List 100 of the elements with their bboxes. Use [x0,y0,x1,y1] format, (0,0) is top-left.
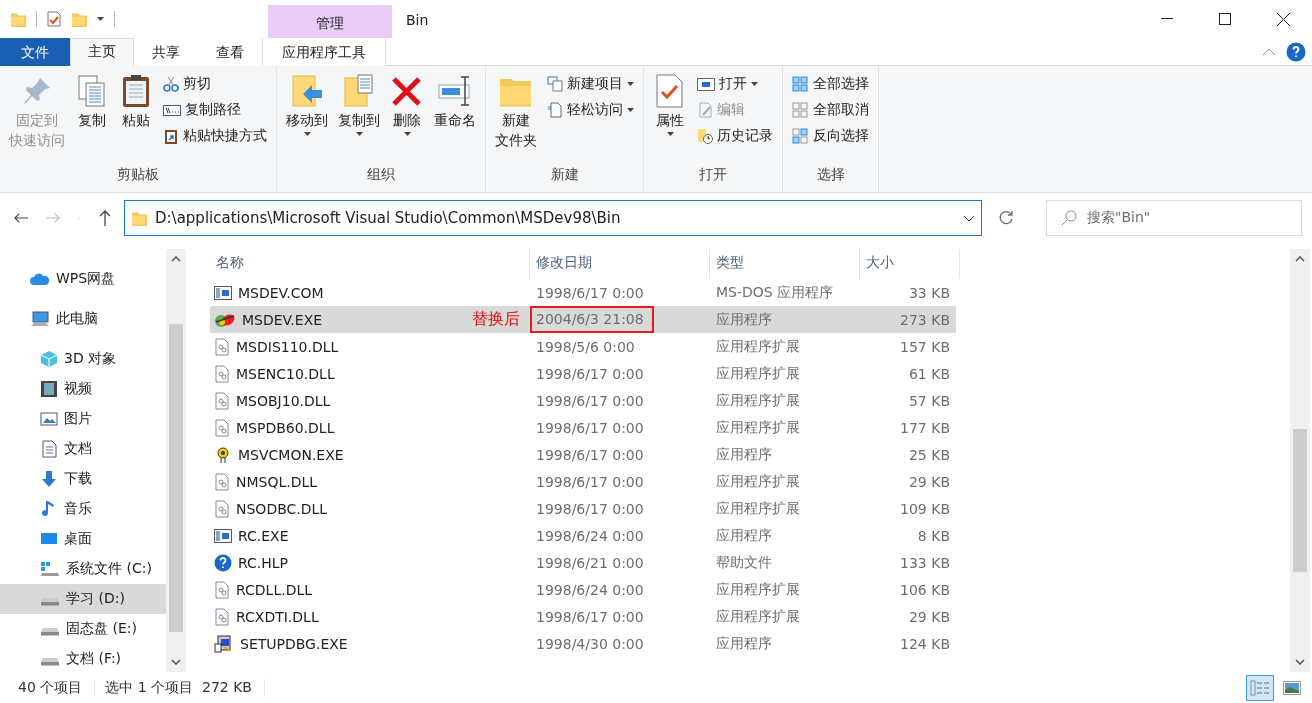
file-row[interactable]: SETUPDBG.EXE 1998/4/30 0:00 应用程序 124 KB [210,630,956,657]
drive-icon [40,628,60,636]
sidebar-item[interactable]: 图片 [0,404,166,434]
window-icon [697,77,715,91]
type-cell-text: 应用程序扩展 [715,499,801,518]
column-header[interactable]: 名称 [210,249,530,279]
ribbon-button[interactable]: 粘贴 [116,70,156,166]
size-cell-text: 273 KB [899,311,951,328]
gear-document-icon [214,499,230,518]
date-cell-text: 1998/4/30 0:00 [535,635,645,652]
file-row[interactable]: MSVCMON.EXE 1998/6/17 0:00 应用程序 25 KB [210,441,956,468]
ribbon-button[interactable]: 复制到 [335,70,383,166]
ribbon-button[interactable]: 剪切 [160,72,270,96]
file-name: MSDEV.EXE [242,311,324,328]
gear-document-icon [214,337,230,356]
ribbon-tab[interactable]: 文件 [0,38,70,66]
file-row[interactable]: MSOBJ10.DLL 1998/6/17 0:00 应用程序扩展 57 KB [210,387,956,414]
gear-icon [214,445,232,464]
close-icon [1276,12,1290,26]
scissors-icon [163,76,179,92]
sidebar-item[interactable]: WPS网盘 [0,264,166,294]
minimize-icon [1161,18,1173,20]
sidebar-item[interactable]: 固态盘 (E:) [0,614,166,644]
sidebar-item[interactable]: 音乐 [0,494,166,524]
file-row[interactable]: RC.HLP 1998/6/21 0:00 帮助文件 133 KB [210,549,956,576]
file-name: MSDIS110.DLL [236,338,340,355]
ribbon-button[interactable]: 历史记录 [694,124,776,148]
file-row[interactable]: MSENC10.DLL 1998/6/17 0:00 应用程序扩展 61 KB [210,360,956,387]
file-row[interactable]: NMSQL.DLL 1998/6/17 0:00 应用程序扩展 29 KB [210,468,956,495]
gear-document-icon [214,364,230,383]
file-name: RCDLL.DLL [236,581,313,598]
file-row[interactable]: RCDLL.DLL 1998/6/24 0:00 应用程序扩展 106 KB [210,576,956,603]
type-cell-text: 应用程序扩展 [715,337,801,356]
size-cell-text: 61 KB [907,365,951,382]
scrollbar[interactable] [166,249,186,672]
column-header[interactable]: 修改日期 [530,249,710,279]
address-path: D:\applications\Microsoft Visual Studio\Common\MSDev98\Bin [155,209,622,227]
ribbon-button[interactable]: 全部选择 [789,72,872,96]
ribbon-button[interactable]: 轻松访问 [544,98,637,122]
ribbon-button[interactable]: 新建项目 [544,72,637,96]
sidebar-item[interactable]: 下载 [0,464,166,494]
column-header[interactable]: 类型 [710,249,860,279]
ribbon-button[interactable]: 反向选择 [789,124,872,148]
sidebar-item[interactable]: 此电脑 [0,304,166,334]
file-name: MSDEV.COM [238,284,325,301]
sidebar-item[interactable]: 学习 (D:) [0,584,166,614]
pencil-document-icon [697,102,713,118]
date-cell-text: 1998/6/17 0:00 [535,500,645,517]
gear-document-icon [214,607,230,626]
drive-icon [40,598,60,606]
size-cell-text: 157 KB [899,338,951,355]
sidebar-item[interactable]: 视频 [0,374,166,404]
ribbon-button[interactable]: 粘贴快捷方式 [160,124,270,148]
chevron-up-icon [1295,256,1305,262]
ribbon-button[interactable]: 复制路径 [160,98,270,122]
picture-icon [40,411,58,427]
file-row[interactable]: RCXDTI.DLL 1998/6/17 0:00 应用程序扩展 29 KB [210,603,956,630]
sidebar-item[interactable]: 桌面 [0,524,166,554]
file-row[interactable]: MSDEV.COM 1998/6/17 0:00 MS-DOS 应用程序 33 KB [210,279,956,306]
size-cell-text: 8 KB [916,527,951,544]
folder-arrow-icon [290,74,324,108]
ribbon-tab[interactable]: 主页 [70,38,134,66]
ribbon-tab[interactable]: 应用程序工具 [262,38,386,66]
file-row[interactable]: MSDIS110.DLL 1998/5/6 0:00 应用程序扩展 157 KB [210,333,956,360]
gear-document-icon [214,472,230,491]
type-cell-text: 帮助文件 [715,553,773,572]
computer-icon [30,311,50,327]
file-row[interactable]: RC.EXE 1998/6/24 0:00 应用程序 8 KB [210,522,956,549]
file-row[interactable]: NSODBC.DLL 1998/6/17 0:00 应用程序扩展 109 KB [210,495,956,522]
type-cell-text: 应用程序扩展 [715,391,801,410]
size-cell-text: 109 KB [899,500,951,517]
ribbon-button[interactable]: 复制 [72,70,112,166]
help-icon [214,553,232,572]
address-bar[interactable]: D:\applications\Microsoft Visual Studio\Common\MSDev98\Bin [124,200,982,236]
ribbon-button[interactable]: 重命名 [431,70,479,166]
column-header[interactable]: 大小 [860,249,960,279]
search-field[interactable]: 搜索"Bin" [1046,200,1302,236]
ribbon-button[interactable]: 新建 文件夹 [492,70,540,166]
type-cell-text: 应用程序扩展 [715,364,801,383]
ribbon-button[interactable]: 全部取消 [789,98,872,122]
folder-icon [10,11,26,27]
scroll-thumb[interactable] [169,324,183,632]
checkmark-document-icon [47,11,61,27]
file-row[interactable]: MSDEV.EXE 替换后 2004/6/3 21:08 应用程序 273 KB [210,306,956,333]
ribbon-button[interactable]: 删除 [387,70,427,166]
maximize-icon [1219,13,1231,25]
scroll-thumb[interactable] [1293,429,1307,572]
type-cell-text: 应用程序扩展 [715,607,801,626]
sidebar-item[interactable]: 文档 (F:) [0,644,166,672]
sidebar-item[interactable]: 文档 [0,434,166,464]
view-button[interactable] [1246,674,1274,701]
sidebar-item[interactable]: 3D 对象 [0,344,166,374]
refresh-icon [998,210,1014,226]
ribbon-button[interactable]: 移动到 [283,70,331,166]
chevron-up-icon [1262,47,1276,56]
ribbon-button[interactable]: 打开 [694,72,776,96]
scrollbar[interactable] [1290,249,1310,672]
ribbon-button[interactable]: 属性 [650,70,690,166]
file-row[interactable]: MSPDB60.DLL 1998/6/17 0:00 应用程序扩展 177 KB [210,414,956,441]
sidebar-item[interactable]: 系统文件 (C:) [0,554,166,584]
